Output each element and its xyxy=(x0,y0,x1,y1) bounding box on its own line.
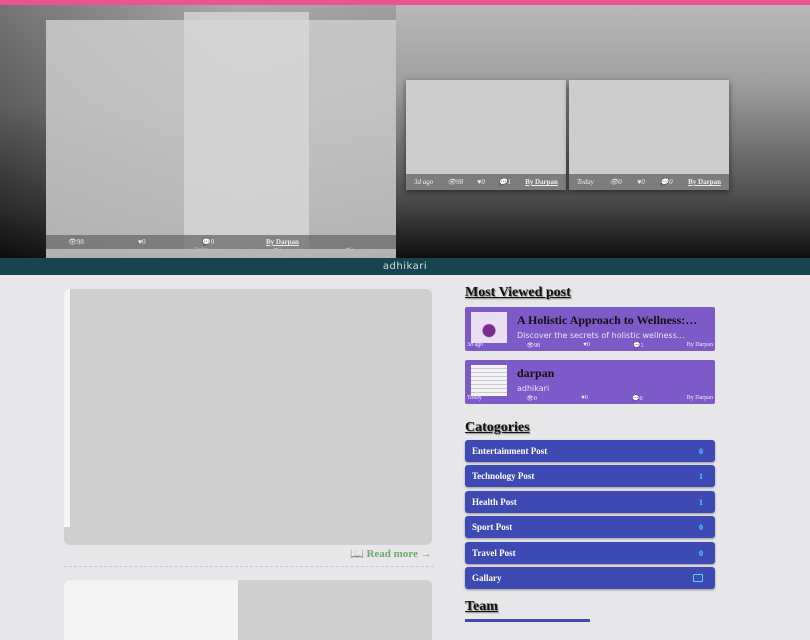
category-health[interactable]: Health Post 1 xyxy=(465,491,715,513)
post-thumbnail xyxy=(471,312,507,343)
category-travel[interactable]: Travel Post 0 xyxy=(465,542,715,564)
arrow-right-icon: → xyxy=(420,548,432,560)
category-sport[interactable]: Sport Post 0 xyxy=(465,516,715,538)
heart-icon: ♥0 xyxy=(583,342,590,348)
heart-icon: ♥0 xyxy=(477,178,485,186)
post-title[interactable]: A Holistic Approach to Wellness:… xyxy=(517,313,707,328)
gallery-icon xyxy=(693,574,703,582)
post-date: Today xyxy=(577,178,594,186)
comment-icon: 💬1 xyxy=(633,343,644,349)
post-date: 3d ago xyxy=(414,178,434,186)
book-icon: 📖 xyxy=(350,548,364,560)
heart-icon: ♥0 xyxy=(581,395,588,401)
most-viewed-title: Most Viewed post xyxy=(465,285,571,300)
views-icon: 👁98 xyxy=(68,238,84,246)
views-icon: 👁98 xyxy=(526,343,541,349)
views-icon: 👁0 xyxy=(526,396,537,402)
comment-icon: 💬1 xyxy=(498,178,512,186)
hero-big-card-overlay[interactable] xyxy=(184,12,309,249)
views-icon: 👁98 xyxy=(447,178,464,186)
most-viewed-item[interactable]: A Holistic Approach to Wellness:… Discov… xyxy=(465,307,715,351)
post-card[interactable] xyxy=(64,289,432,545)
author-link[interactable]: By Darpan xyxy=(266,238,299,246)
heart-icon: ♥0 xyxy=(637,178,645,186)
post-card[interactable] xyxy=(64,580,432,640)
category-technology[interactable]: Technology Post 1 xyxy=(465,465,715,487)
post-description: adhikari xyxy=(517,384,550,393)
categories-title: Catogories xyxy=(465,420,530,435)
comment-icon: 💬0 xyxy=(632,396,643,402)
hero-post-card[interactable]: Today 👁0 ♥0 💬0 By Darpan xyxy=(569,80,729,190)
read-more-link[interactable]: 📖 Read more → xyxy=(350,547,432,560)
team-title: Team xyxy=(465,599,498,614)
post-meta: 3d ago 👁98 ♥0 💬1 By Darpan xyxy=(406,174,566,190)
post-description: Discover the secrets of holistic wellnes… xyxy=(517,331,685,340)
hero-slider: 👁98 ♥0 💬0 By Darpan Today ♥0 ♥0 3d ago 👁… xyxy=(0,5,810,258)
category-gallary[interactable]: Gallary xyxy=(465,567,715,589)
hero-big-card-meta-2: Today ♥0 ♥0 xyxy=(194,247,353,253)
hero-caption: adhikari xyxy=(0,258,810,275)
comment-icon: 💬0 xyxy=(660,178,673,186)
views-icon: 👁0 xyxy=(609,178,622,186)
category-entertainment[interactable]: Entertainment Post 0 xyxy=(465,440,715,462)
most-viewed-item[interactable]: darpan adhikari Today 👁0 ♥0 💬0 By Darpan xyxy=(465,360,715,404)
post-meta: Today 👁0 ♥0 💬0 By Darpan xyxy=(467,395,713,402)
author-link[interactable]: By Darpan xyxy=(688,178,721,186)
author-link[interactable]: By Darpan xyxy=(525,178,558,186)
post-meta: 3d ago 👁98 ♥0 💬1 By Darpan xyxy=(467,342,713,349)
post-thumbnail xyxy=(471,365,507,396)
comment-icon: 💬0 xyxy=(202,238,215,246)
post-title[interactable]: darpan xyxy=(517,366,707,381)
post-divider xyxy=(64,566,434,567)
post-meta: Today 👁0 ♥0 💬0 By Darpan xyxy=(569,174,729,190)
heart-icon: ♥0 xyxy=(138,238,146,246)
hero-post-card[interactable]: 3d ago 👁98 ♥0 💬1 By Darpan xyxy=(406,80,566,190)
